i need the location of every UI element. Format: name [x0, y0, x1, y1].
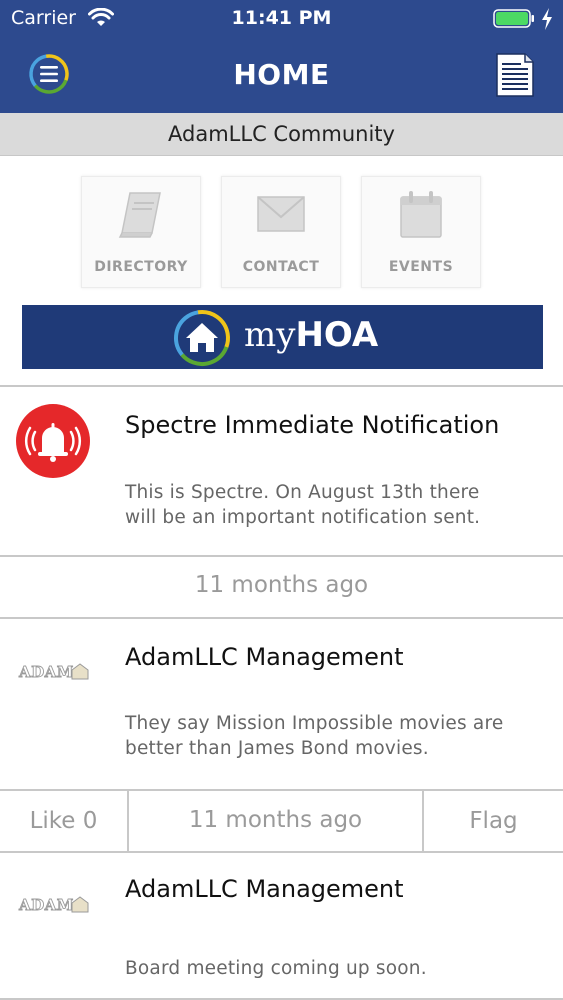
post-body-line: better than James Bond movies.	[125, 738, 429, 759]
page-title: HOME	[233, 58, 330, 91]
svg-text:ADAM: ADAM	[18, 663, 74, 681]
brand-suffix: HOA	[295, 315, 379, 355]
divider	[0, 617, 563, 619]
charging-bolt-icon	[542, 8, 552, 30]
like-button[interactable]: Like 0	[0, 791, 129, 851]
adam-logo: ADAM	[18, 663, 89, 681]
post-body-line: Board meeting coming up soon.	[125, 958, 427, 979]
post-author: AdamLLC Management	[125, 643, 404, 671]
contact-label: CONTACT	[242, 259, 320, 275]
contact-button[interactable]: CONTACT	[221, 176, 341, 288]
adam-logo: ADAM	[18, 896, 89, 914]
post-body-line: They say Mission Impossible movies are	[125, 713, 504, 734]
menu-icon[interactable]	[28, 53, 70, 95]
post-body-line: This is Spectre. On August 13th there	[125, 482, 480, 503]
post-author: AdamLLC Management	[125, 875, 404, 903]
alarm-bell-icon	[16, 404, 90, 478]
post-body: This is Spectre. On August 13th there wi…	[125, 480, 545, 530]
directory-label: DIRECTORY	[94, 259, 188, 275]
community-name: AdamLLC Community	[0, 113, 563, 156]
svg-text:ADAM: ADAM	[18, 896, 74, 914]
battery-icon	[493, 9, 534, 28]
post-action-bar: Like 0 11 months ago Flag	[0, 789, 563, 853]
myhoa-banner: myHOA	[22, 305, 543, 369]
post-timestamp: 11 months ago	[129, 791, 424, 851]
divider	[0, 385, 563, 387]
clock: 11:41 PM	[231, 7, 332, 29]
document-icon[interactable]	[495, 52, 535, 98]
status-bar: Carrier 11:41 PM	[0, 0, 563, 38]
divider	[0, 555, 563, 557]
brand-prefix: my	[244, 315, 296, 355]
top-bar: Carrier 11:41 PM HOME	[0, 0, 563, 113]
post-timestamp: 11 months ago	[194, 572, 369, 598]
post-body-line: will be an important notification sent.	[125, 507, 481, 528]
events-button[interactable]: EVENTS	[361, 176, 481, 288]
myhoa-logo-icon	[174, 309, 230, 366]
post-author: Spectre Immediate Notification	[125, 411, 500, 439]
calendar-icon	[400, 191, 442, 238]
post-body: They say Mission Impossible movies are b…	[125, 711, 545, 761]
events-label: EVENTS	[388, 259, 454, 275]
flag-button[interactable]: Flag	[424, 791, 563, 851]
directory-button[interactable]: DIRECTORY	[81, 176, 201, 288]
envelope-icon	[257, 196, 305, 232]
post-body: Board meeting coming up soon.	[125, 956, 545, 981]
book-icon	[118, 192, 161, 238]
myhoa-wordmark: myHOA	[244, 315, 378, 355]
